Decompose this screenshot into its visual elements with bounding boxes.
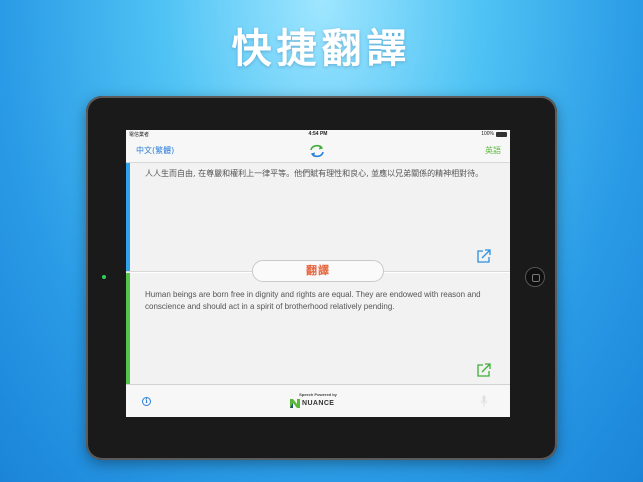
headline: 快捷翻譯	[231, 26, 412, 72]
battery-icon	[496, 132, 507, 137]
source-text[interactable]: 人人生而自由, 在尊嚴和權利上一律平等。他們賦有理性和良心, 並應以兄弟關係的精…	[145, 168, 497, 180]
target-text[interactable]: Human beings are born free in dignity an…	[145, 289, 500, 313]
bottom-toolbar: i Speech Powered by NUANCE	[126, 384, 510, 417]
translate-button[interactable]: 翻譯	[252, 260, 384, 282]
source-language-button[interactable]: 中文(繁體)	[136, 145, 174, 156]
target-indicator-bar	[126, 273, 130, 384]
share-icon[interactable]	[476, 248, 492, 264]
nuance-brand-text: NUANCE	[302, 400, 335, 407]
powered-by-label: Speech Powered by	[299, 392, 337, 397]
home-button[interactable]	[525, 267, 545, 287]
nuance-logo-icon	[290, 399, 300, 408]
app-screen: 電信業者 4:54 PM 100% 中文(繁體) 英語 人人生而自由, 在尊嚴和…	[126, 130, 510, 417]
microphone-icon[interactable]	[480, 395, 488, 408]
swap-icon[interactable]	[307, 143, 327, 159]
nuance-brand: NUANCE	[290, 399, 348, 409]
nav-bar: 中文(繁體) 英語	[126, 139, 510, 163]
target-panel[interactable]: Human beings are born free in dignity an…	[126, 273, 510, 384]
camera-dot	[102, 275, 106, 279]
status-time: 4:54 PM	[308, 131, 328, 137]
target-language-button[interactable]: 英語	[485, 145, 501, 156]
status-battery-percent: 100%	[481, 131, 494, 137]
info-icon[interactable]: i	[142, 397, 151, 406]
share-icon[interactable]	[476, 362, 492, 378]
status-bar: 電信業者 4:54 PM 100%	[126, 130, 510, 139]
source-panel[interactable]: 人人生而自由, 在尊嚴和權利上一律平等。他們賦有理性和良心, 並應以兄弟關係的精…	[126, 163, 510, 272]
source-indicator-bar	[126, 163, 130, 271]
ipad-device: 電信業者 4:54 PM 100% 中文(繁體) 英語 人人生而自由, 在尊嚴和…	[86, 96, 557, 460]
